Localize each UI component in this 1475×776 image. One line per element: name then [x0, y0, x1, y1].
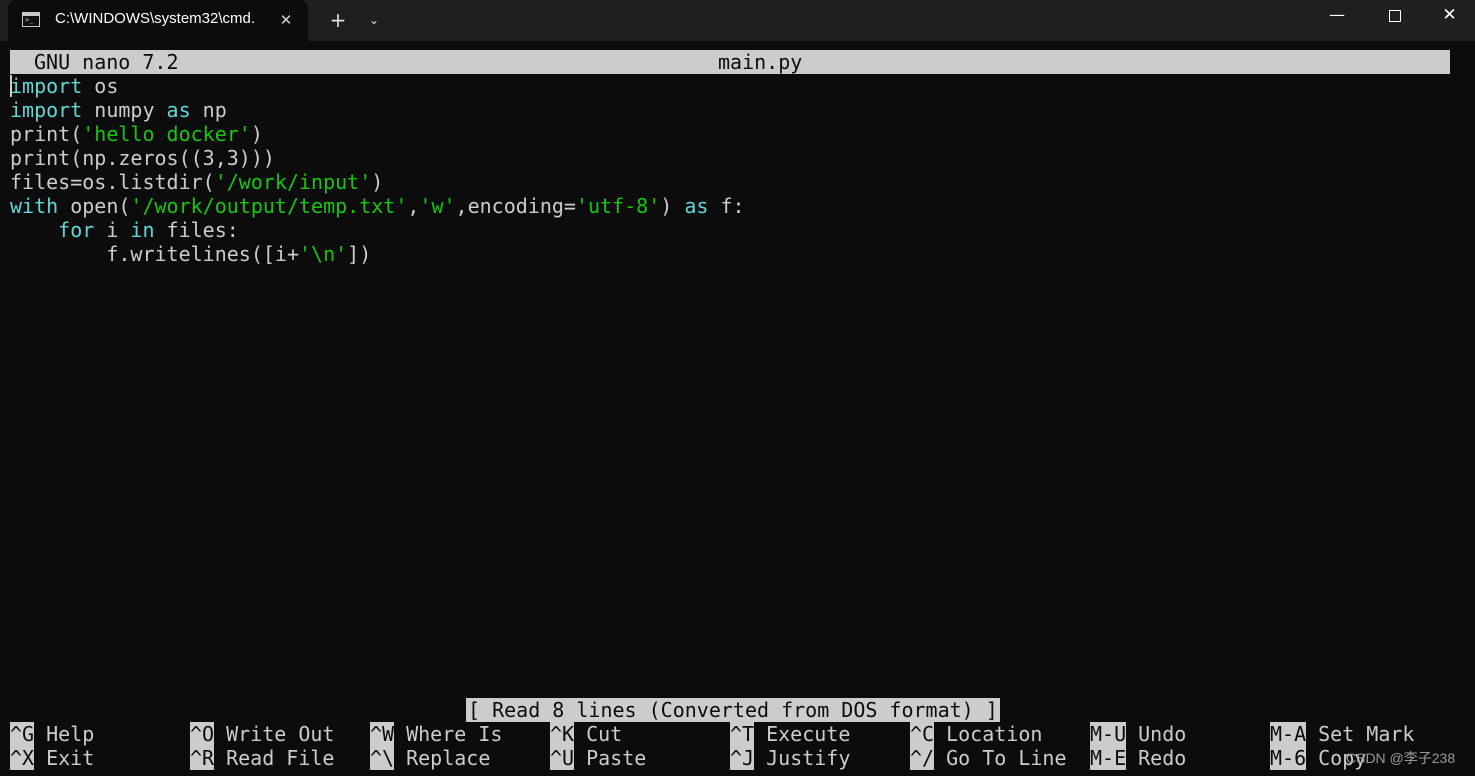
- shortcut-read-file[interactable]: ^R Read File: [190, 746, 334, 770]
- new-tab-button[interactable]: +: [326, 7, 350, 33]
- shortcut-undo[interactable]: M-U Undo: [1090, 722, 1186, 746]
- status-message: [ Read 8 lines (Converted from DOS forma…: [466, 698, 1000, 722]
- shortcut-replace[interactable]: ^\ Replace: [370, 746, 490, 770]
- nano-version: GNU nano 7.2: [34, 50, 179, 74]
- shortcut-help[interactable]: ^G Help: [10, 722, 94, 746]
- shortcut-paste[interactable]: ^U Paste: [550, 746, 646, 770]
- shortcut-execute[interactable]: ^T Execute: [730, 722, 850, 746]
- shortcut-exit[interactable]: ^X Exit: [10, 746, 94, 770]
- tab-title: C:\WINDOWS\system32\cmd.: [55, 10, 256, 27]
- code-line-5: files=os.listdir('/work/input'): [10, 170, 384, 194]
- minimize-button[interactable]: —: [1308, 0, 1366, 32]
- watermark: CSDN @李子238: [1346, 750, 1456, 766]
- shortcut-set-mark[interactable]: M-A Set Mark: [1270, 722, 1414, 746]
- tab-cmd[interactable]: C:\WINDOWS\system32\cmd. ✕: [8, 0, 308, 41]
- shortcut-justify[interactable]: ^J Justify: [730, 746, 850, 770]
- shortcut-location[interactable]: ^C Location: [910, 722, 1042, 746]
- shortcut-cut[interactable]: ^K Cut: [550, 722, 622, 746]
- code-line-1: import os: [10, 74, 119, 98]
- window-close-button[interactable]: ✕: [1424, 0, 1475, 32]
- maximize-icon: [1389, 9, 1401, 22]
- code-line-6: with open('/work/output/temp.txt','w',en…: [10, 194, 745, 218]
- code-line-3: print('hello docker'): [10, 122, 263, 146]
- chevron-down-icon[interactable]: ⌄: [363, 7, 385, 33]
- shortcut-go-to-line[interactable]: ^/Go To Line: [910, 746, 1067, 770]
- maximize-button[interactable]: [1366, 0, 1424, 32]
- code-line-7: for i in files:: [58, 218, 239, 242]
- close-icon[interactable]: ✕: [276, 8, 296, 32]
- title-bar: C:\WINDOWS\system32\cmd. ✕ + ⌄ — ✕: [0, 0, 1475, 41]
- code-line-4: print(np.zeros((3,3))): [10, 146, 275, 170]
- code-line-8: f.writelines([i+'\n']): [10, 242, 372, 266]
- file-name: main.py: [718, 50, 803, 74]
- nano-title-bar: GNU nano 7.2 main.py: [10, 50, 1450, 74]
- terminal-icon: [22, 12, 40, 27]
- shortcut-where-is[interactable]: ^W Where Is: [370, 722, 502, 746]
- shortcut-write-out[interactable]: ^O Write Out: [190, 722, 334, 746]
- code-line-2: import numpy as np: [10, 98, 227, 122]
- shortcut-redo[interactable]: M-E Redo: [1090, 746, 1186, 770]
